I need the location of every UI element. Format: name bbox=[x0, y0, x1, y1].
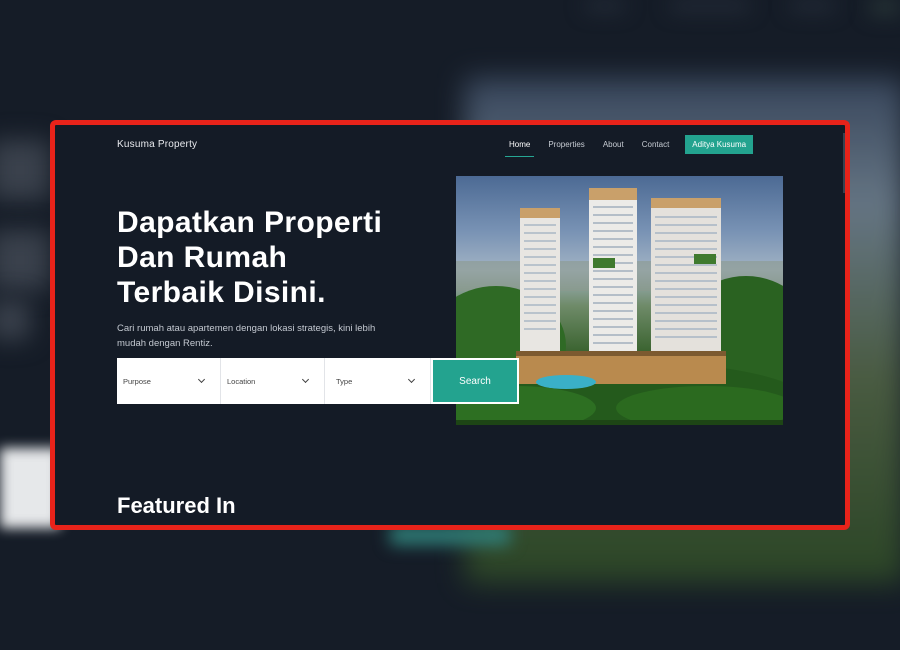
type-select[interactable]: Type bbox=[325, 358, 431, 404]
nav-link-contact[interactable]: Contact bbox=[642, 136, 670, 153]
scrollbar-thumb[interactable] bbox=[843, 133, 845, 193]
backdrop-blur-shape bbox=[670, 2, 750, 10]
hero-subtitle: Cari rumah atau apartemen dengan lokasi … bbox=[117, 321, 427, 351]
backdrop-blur-shape bbox=[0, 230, 50, 290]
user-account-button[interactable]: Aditya Kusuma bbox=[685, 135, 754, 154]
highlight-frame: Kusuma Property Home Properties About Co… bbox=[50, 120, 850, 530]
hero-subtitle-line: Cari rumah atau apartemen dengan lokasi … bbox=[117, 323, 376, 334]
backdrop-blur-shape bbox=[0, 140, 50, 200]
purpose-select-label: Purpose bbox=[123, 376, 151, 386]
nav-link-about[interactable]: About bbox=[603, 136, 624, 153]
location-select-label: Location bbox=[227, 376, 256, 386]
main-nav: Home Properties About Contact Aditya Kus… bbox=[504, 135, 754, 157]
chevron-down-icon bbox=[197, 375, 206, 384]
search-button[interactable]: Search bbox=[433, 360, 517, 402]
nav-link-properties[interactable]: Properties bbox=[548, 136, 584, 153]
hero-title-line: Dan Rumah bbox=[117, 241, 288, 274]
landing-page: Kusuma Property Home Properties About Co… bbox=[55, 125, 845, 525]
brand-logo[interactable]: Kusuma Property bbox=[117, 139, 197, 150]
purpose-select[interactable]: Purpose bbox=[117, 358, 221, 404]
property-search-bar: Purpose Location Type Search bbox=[117, 358, 519, 404]
chevron-down-icon bbox=[407, 375, 416, 384]
backdrop-blur-shape bbox=[790, 2, 835, 10]
hero-title: Dapatkan Properti Dan Rumah Terbaik Disi… bbox=[117, 205, 457, 310]
backdrop-blur-shape bbox=[585, 2, 625, 10]
hero-title-line: Terbaik Disini. bbox=[117, 276, 326, 309]
chevron-down-icon bbox=[301, 375, 310, 384]
location-select[interactable]: Location bbox=[221, 358, 325, 404]
type-select-label: Type bbox=[336, 376, 353, 386]
backdrop-blur-shape bbox=[870, 0, 900, 14]
featured-in-heading: Featured In bbox=[117, 493, 236, 518]
hero-subtitle-line: mudah dengan Rentiz. bbox=[117, 338, 213, 349]
hero-title-line: Dapatkan Properti bbox=[117, 206, 383, 239]
nav-link-home[interactable]: Home bbox=[504, 136, 535, 157]
backdrop-blur-shape bbox=[0, 300, 30, 340]
